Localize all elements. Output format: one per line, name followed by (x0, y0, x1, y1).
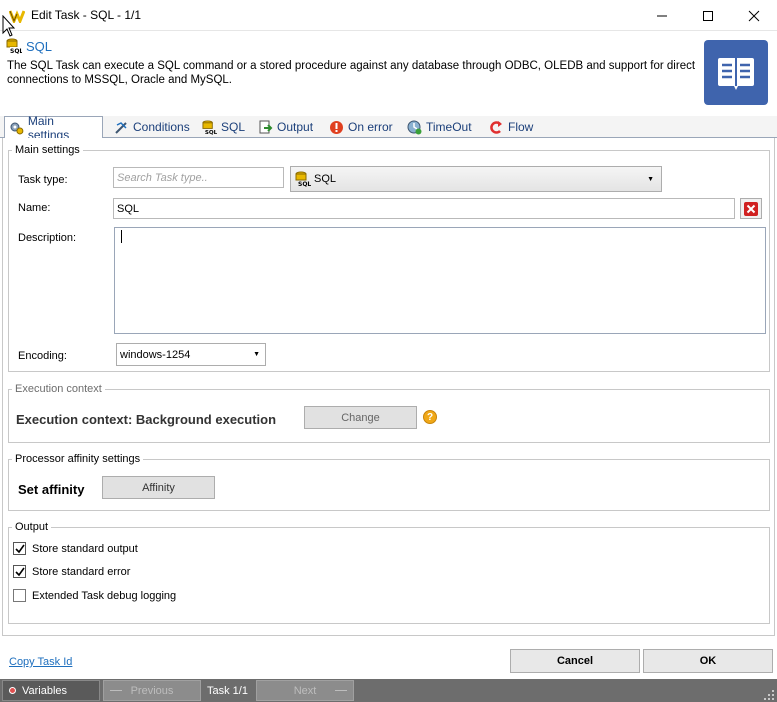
sql-icon: SQL (295, 171, 311, 187)
copy-task-id-link[interactable]: Copy Task Id (9, 656, 72, 668)
change-button[interactable]: Change (304, 406, 417, 429)
encoding-label: Encoding: (18, 350, 67, 362)
tab-label: TimeOut (426, 120, 472, 134)
delete-icon (744, 201, 758, 216)
task-type-value: SQL (314, 173, 337, 185)
name-label: Name: (18, 202, 51, 214)
chevron-down-icon: ▼ (253, 351, 260, 358)
store-standard-output-checkbox[interactable] (13, 542, 26, 555)
tab-label: Output (277, 120, 314, 134)
tab-main-settings[interactable]: Main settings (4, 114, 103, 142)
minimize-button[interactable] (639, 0, 685, 31)
task-type-search-input[interactable]: Search Task type.. (113, 167, 284, 188)
variables-button[interactable]: Variables (2, 680, 100, 701)
clear-name-button[interactable] (740, 198, 762, 219)
store-standard-error-checkbox[interactable] (13, 565, 26, 578)
store-standard-error-label[interactable]: Store standard error (32, 566, 130, 578)
extended-debug-logging-label[interactable]: Extended Task debug logging (32, 590, 176, 602)
flow-icon (490, 120, 502, 134)
tab-output[interactable]: Output (254, 116, 317, 138)
previous-arrow-icon (110, 690, 122, 691)
window-title: Edit Task - SQL - 1/1 (31, 8, 142, 22)
svg-text:SQL: SQL (298, 181, 311, 187)
gear-icon (10, 122, 24, 135)
resize-grip-icon[interactable] (763, 689, 775, 701)
main-settings-legend: Main settings (12, 144, 83, 156)
header-title: SQL (26, 39, 53, 54)
checkmark-icon (14, 544, 25, 553)
close-button[interactable] (731, 0, 777, 31)
sql-icon: SQL (202, 119, 217, 135)
execution-context-legend: Execution context (12, 383, 105, 395)
tab-label: SQL (221, 120, 246, 134)
processor-affinity-legend: Processor affinity settings (12, 453, 144, 465)
encoding-select[interactable]: windows-1254 ▼ (116, 343, 266, 366)
mouse-cursor-icon (2, 15, 16, 37)
ok-button[interactable]: OK (643, 649, 773, 673)
maximize-button[interactable] (685, 0, 731, 31)
task-type-select[interactable]: SQL SQL ▼ (290, 166, 662, 192)
previous-button[interactable]: Previous (103, 680, 201, 701)
conditions-icon (115, 121, 127, 134)
name-input[interactable]: SQL (113, 198, 735, 219)
output-icon (259, 120, 273, 133)
tab-label: Flow (508, 120, 534, 134)
close-icon (748, 10, 760, 21)
sql-task-icon: SQL (6, 38, 22, 54)
cancel-button[interactable]: Cancel (510, 649, 640, 673)
task-type-label: Task type: (18, 174, 68, 186)
svg-text:SQL: SQL (205, 130, 217, 135)
next-button[interactable]: Next (256, 680, 354, 701)
timeout-icon (407, 120, 422, 134)
execution-context-text: Execution context: Background execution (16, 412, 277, 427)
svg-text:SQL: SQL (10, 48, 22, 54)
text-caret (121, 230, 122, 243)
tab-label: Conditions (133, 120, 190, 134)
help-icon[interactable]: ? (423, 410, 437, 424)
set-affinity-label: Set affinity (18, 482, 85, 497)
variables-icon (9, 687, 16, 694)
maximize-icon (703, 10, 713, 21)
next-arrow-icon (335, 690, 347, 691)
tab-flow[interactable]: Flow (485, 116, 537, 138)
tab-timeout[interactable]: TimeOut (403, 116, 476, 138)
description-label: Description: (18, 232, 77, 244)
description-textarea[interactable] (114, 227, 766, 334)
tab-conditions[interactable]: Conditions (110, 116, 194, 138)
output-legend: Output (12, 521, 52, 533)
minimize-icon (657, 15, 667, 16)
store-standard-output-label[interactable]: Store standard output (32, 543, 138, 555)
tab-sql[interactable]: SQL SQL (198, 116, 249, 138)
task-counter: Task 1/1 (207, 684, 248, 697)
affinity-button[interactable]: Affinity (102, 476, 215, 499)
tab-label: On error (348, 120, 393, 134)
header-description: The SQL Task can execute a SQL command o… (7, 60, 696, 86)
chevron-down-icon: ▼ (647, 175, 654, 183)
checkmark-icon (14, 567, 25, 576)
error-icon (330, 120, 343, 134)
tab-on-error[interactable]: On error (325, 116, 397, 138)
extended-debug-logging-checkbox[interactable] (13, 589, 26, 602)
book-icon (704, 40, 768, 105)
